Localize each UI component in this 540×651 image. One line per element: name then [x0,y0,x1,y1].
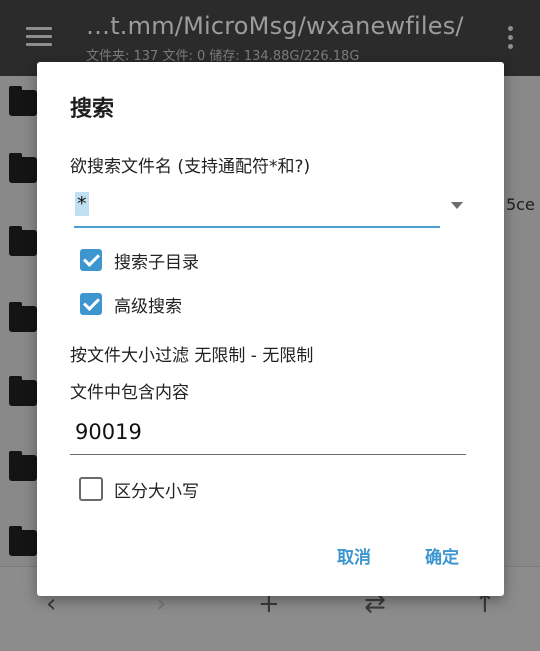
size-filter[interactable]: 按文件大小过滤 无限制 - 无限制 [70,341,313,366]
search-subdirs-checkbox[interactable] [80,249,102,271]
filename-input-value: * [75,192,89,216]
search-dialog: 搜索 欲搜索文件名 (支持通配符*和?) * 搜索子目录 高级搜索 按文件大小过… [37,62,504,596]
search-subdirs-label: 搜索子目录 [114,253,199,273]
folder-icon[interactable] [9,526,37,556]
folder-icon[interactable] [9,226,37,256]
folder-icon[interactable] [9,376,37,406]
advanced-search-label: 高级搜索 [114,297,182,317]
folder-icon[interactable] [9,153,37,183]
ok-button[interactable]: 确定 [425,543,459,568]
case-sensitive-checkbox[interactable] [79,477,103,501]
file-name-fragment: 5ce [506,195,535,214]
advanced-search-checkbox[interactable] [80,293,102,315]
cancel-button[interactable]: 取消 [337,543,371,568]
history-dropdown-icon[interactable] [451,202,463,209]
case-sensitive-label: 区分大小写 [114,482,199,502]
dialog-title: 搜索 [70,97,115,122]
content-input[interactable]: 90019 [70,416,466,455]
folder-icon[interactable] [9,451,37,481]
folder-icon[interactable] [9,302,37,332]
overflow-menu-icon[interactable] [508,26,514,53]
menu-icon[interactable] [26,27,52,47]
folder-icon[interactable] [9,86,37,116]
current-path: …t.mm/MicroMsg/wxanewfiles/ [86,12,464,40]
filename-label: 欲搜索文件名 (支持通配符*和?) [70,157,311,177]
content-label: 文件中包含内容 [70,383,189,403]
filename-input[interactable]: * [74,188,440,228]
content-input-value: 90019 [75,420,142,444]
